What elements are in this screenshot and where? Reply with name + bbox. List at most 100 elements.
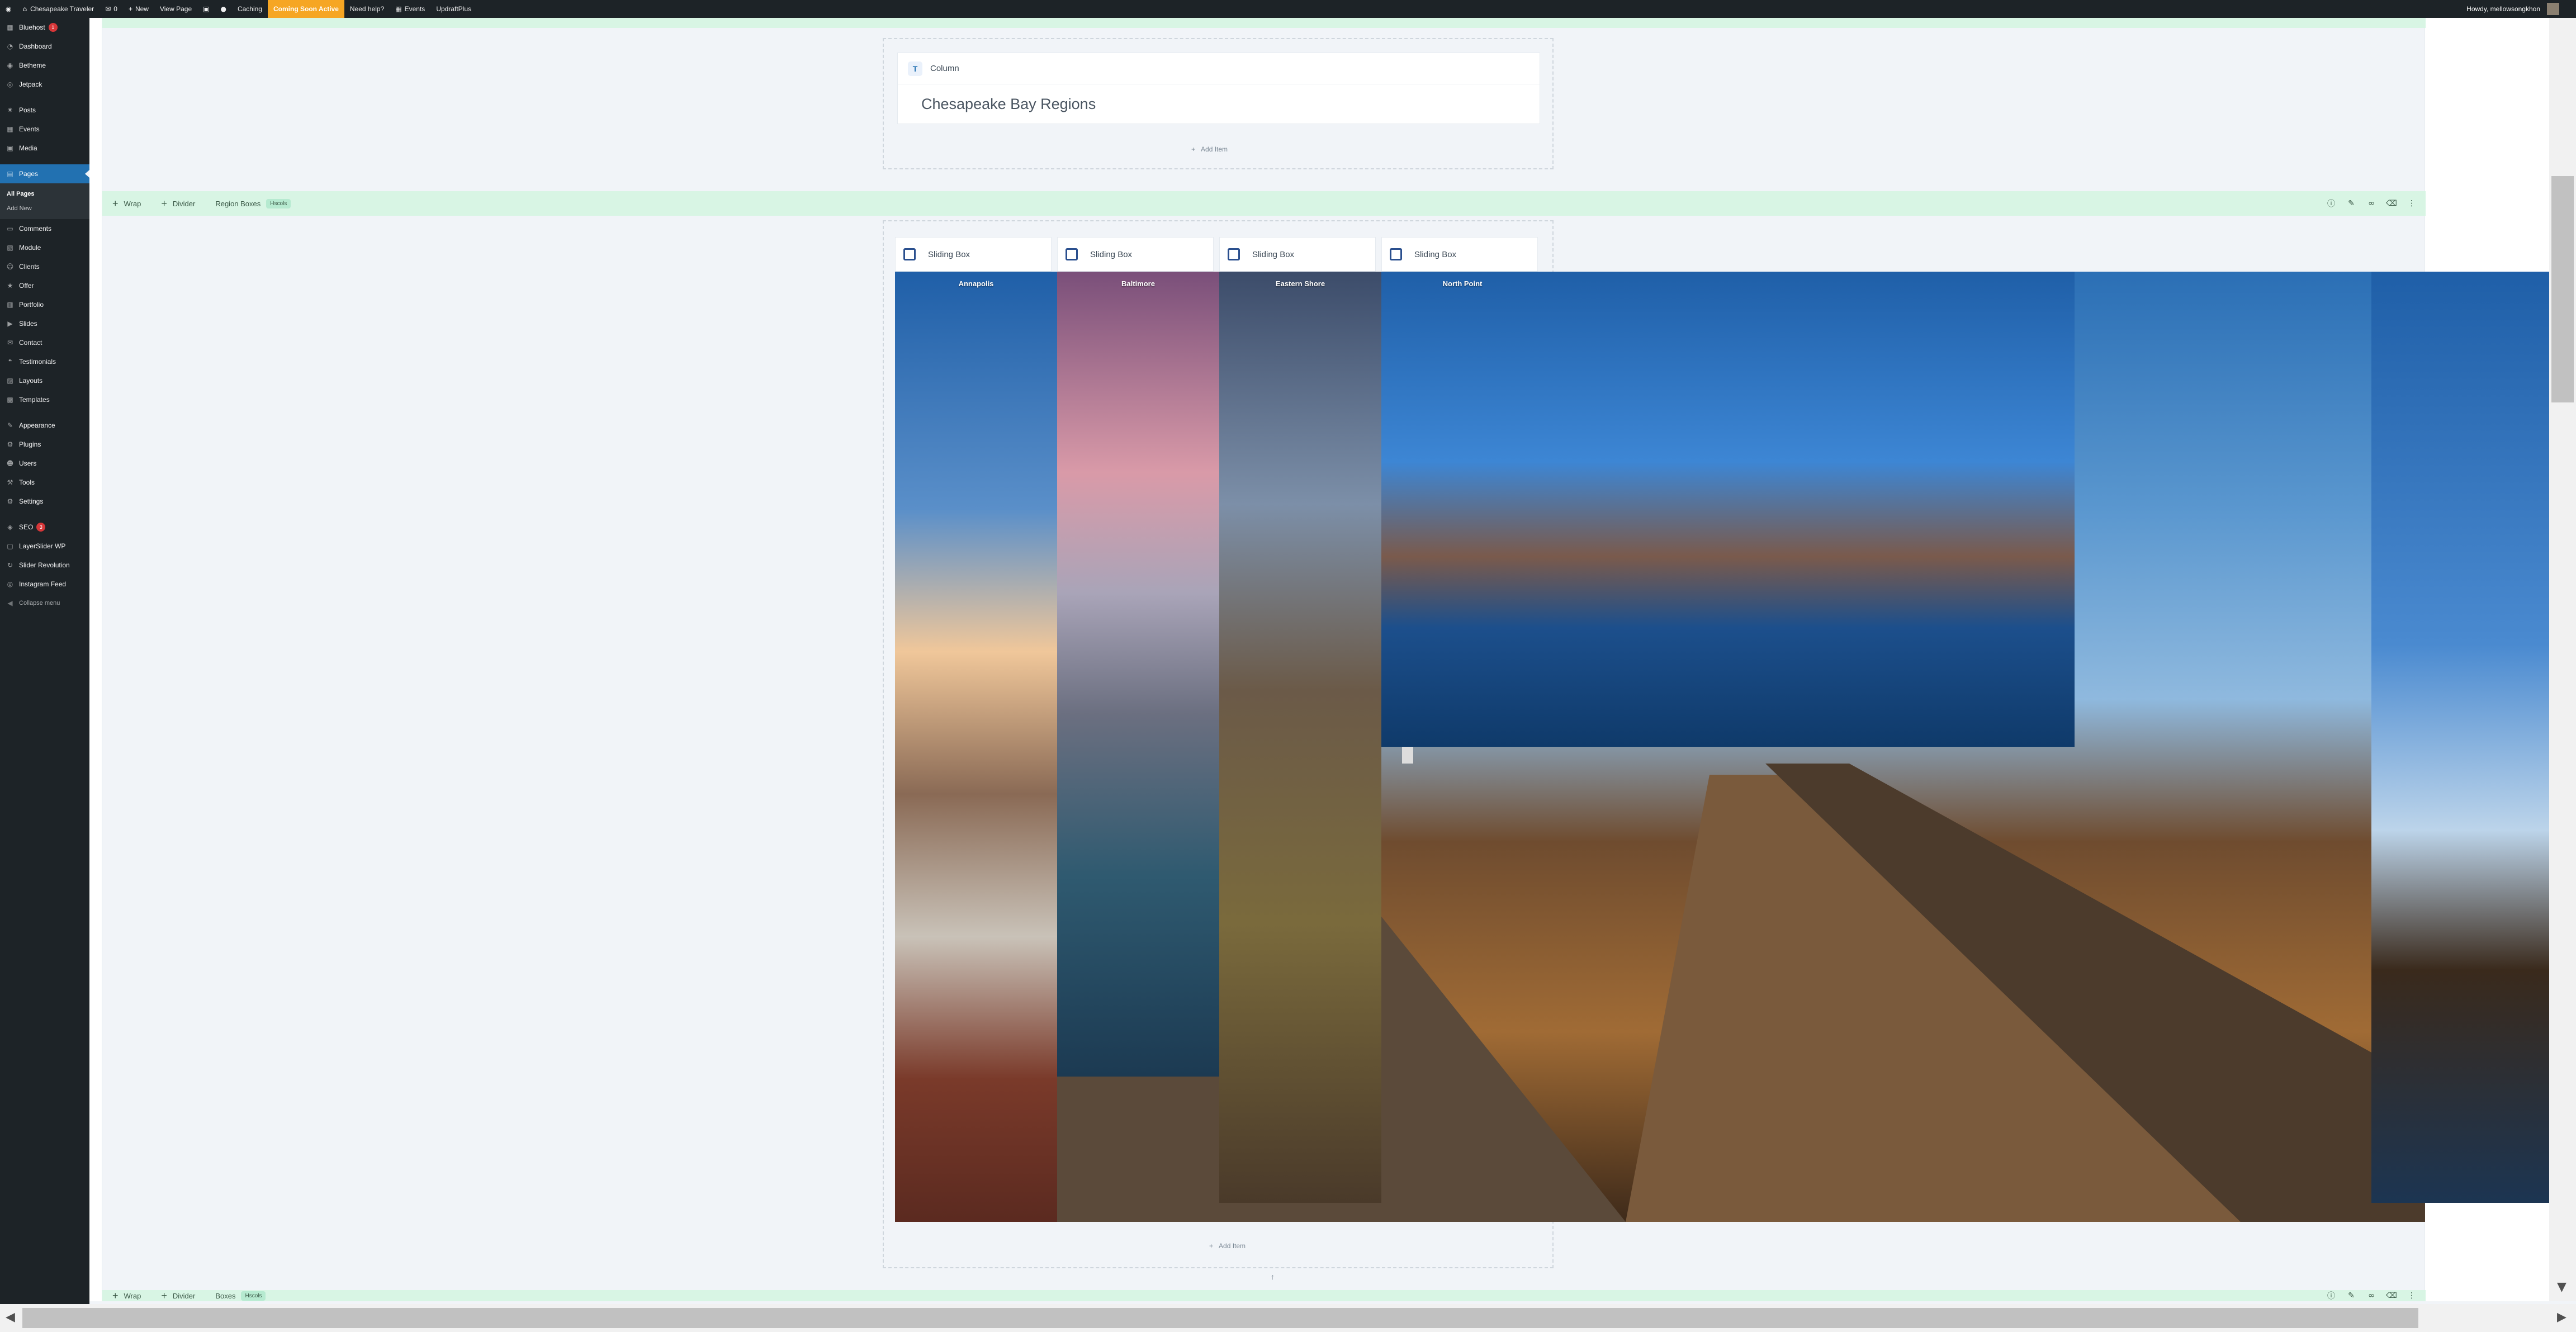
sliding-box-item[interactable]: Sliding Box [1381, 237, 1538, 272]
add-item-button[interactable]: + Add Item [1191, 145, 1228, 153]
sidebar-item-jetpack[interactable]: ◎ Jetpack [0, 75, 89, 94]
sliding-box-item[interactable]: Sliding Box [895, 237, 1052, 272]
sliding-box-item[interactable]: Sliding Box [1219, 237, 1376, 272]
sliding-box-panel-baltimore[interactable]: Baltimore [1057, 272, 1219, 1077]
caching-menu[interactable]: Caching [232, 0, 268, 18]
sidebar-item-slider-revolution[interactable]: ↻ Slider Revolution [0, 556, 89, 575]
edit-icon[interactable]: ✎ [2345, 1290, 2357, 1302]
sidebar-item-label: Media [19, 144, 37, 152]
sidebar-item-contact[interactable]: ✉ Contact [0, 333, 89, 352]
add-item-button-bottom[interactable]: + Add Item [1209, 1242, 1246, 1250]
sidebar-item-portfolio[interactable]: ▥ Portfolio [0, 295, 89, 314]
sidebar-item-layerslider-wp[interactable]: ▢ LayerSlider WP [0, 537, 89, 556]
scroll-down-arrow-icon[interactable]: ▼ [2557, 1280, 2566, 1294]
sliding-box-panel-label: Baltimore [1121, 279, 1155, 288]
submenu-all-pages[interactable]: All Pages [0, 187, 89, 201]
sidebar-item-label: Pages [19, 170, 39, 178]
sidebar-item-clients[interactable]: ☺ Clients [0, 257, 89, 276]
scroll-right-arrow-icon[interactable]: ▶ [2557, 1310, 2566, 1324]
info-icon[interactable]: ⓘ [2325, 197, 2337, 210]
sidebar-item-media[interactable]: ▣ Media [0, 139, 89, 158]
wrap-name-label: Boxes [215, 1291, 236, 1300]
sidebar-item-offer[interactable]: ★ Offer [0, 276, 89, 295]
coming-soon-badge[interactable]: Coming Soon Active [267, 0, 344, 18]
sidebar-item-label: Slider Revolution [19, 561, 70, 569]
submenu-add-new[interactable]: Add New [0, 201, 89, 216]
column-type-label: Column [930, 64, 959, 73]
sliding-box-item[interactable]: Sliding Box [1057, 237, 1214, 272]
add-wrap-button[interactable]: + Wrap [102, 191, 151, 216]
sidebar-item-label: Contact [19, 339, 42, 347]
sidebar-item-seo[interactable]: ◈ SEO 3 [0, 518, 89, 537]
calendar-icon: ▦ [7, 125, 13, 133]
info-icon[interactable]: ⓘ [2325, 1290, 2337, 1302]
updraftplus-menu[interactable]: UpdraftPlus [430, 0, 477, 18]
comments-link[interactable]: ✉ 0 [100, 0, 123, 18]
sidebar-item-module[interactable]: ▧ Module [0, 238, 89, 257]
sidebar-item-instagram-feed[interactable]: ◎ Instagram Feed [0, 575, 89, 594]
sliding-box-panel-eastern-shore[interactable]: Eastern Shore [1219, 272, 1381, 1203]
collapse-menu-button[interactable]: ◀ Collapse menu [0, 594, 89, 613]
vertical-scrollbar-thumb[interactable] [2551, 176, 2574, 402]
menu-separator [0, 94, 89, 101]
plugin-icon: ⚙ [7, 440, 13, 448]
tools-icon: ⚒ [7, 478, 13, 486]
sidebar-item-events[interactable]: ▦ Events [0, 120, 89, 139]
sidebar-item-label: Testimonials [19, 358, 56, 366]
sidebar-item-plugins[interactable]: ⚙ Plugins [0, 435, 89, 454]
view-page-link[interactable]: View Page [154, 0, 197, 18]
more-icon[interactable]: ⋮ [2405, 197, 2418, 210]
more-icon[interactable]: ⋮ [2405, 1290, 2418, 1302]
wrap-name-bottom[interactable]: Boxes Hscols [205, 1290, 276, 1301]
sidebar-item-bluehost[interactable]: ▦ Bluehost 1 [0, 18, 89, 37]
horizontal-scrollbar-thumb[interactable] [22, 1308, 2418, 1328]
add-divider-button[interactable]: + Divider [151, 191, 205, 216]
sidebar-item-dashboard[interactable]: ◔ Dashboard [0, 37, 89, 56]
scroll-left-arrow-icon[interactable]: ◀ [6, 1310, 15, 1324]
edit-icon[interactable]: ✎ [2345, 197, 2357, 210]
add-divider-button-bottom[interactable]: + Divider [151, 1290, 205, 1301]
builder-icon[interactable]: ▣ [197, 0, 215, 18]
add-item-label: Add Item [1201, 145, 1228, 153]
link-icon[interactable]: ∞ [2365, 1290, 2378, 1302]
add-wrap-button-bottom[interactable]: + Wrap [102, 1290, 151, 1301]
trash-icon[interactable]: ⌫ [2385, 1290, 2398, 1302]
avatar[interactable] [2547, 3, 2559, 15]
sidebar-item-settings[interactable]: ⚙ Settings [0, 492, 89, 511]
jetpack-stats-icon[interactable]: ● [215, 0, 231, 18]
users-icon: ☻ [6, 459, 14, 467]
wrap-tools-bottom: ⓘ ✎ ∞ ⌫ ⋮ [2325, 1290, 2426, 1302]
events-menu[interactable]: ▦ Events [390, 0, 430, 18]
sidebar-item-comments[interactable]: ▭ Comments [0, 219, 89, 238]
sidebar-item-label: Betheme [19, 61, 46, 69]
sidebar-item-users[interactable]: ☻ Users [0, 454, 89, 473]
site-name-link[interactable]: ⌂ Chesapeake Traveler [17, 0, 100, 18]
sidebar-item-slides[interactable]: ▶ Slides [0, 314, 89, 333]
dashboard-icon: ◔ [7, 42, 13, 50]
sliding-box-label: Sliding Box [928, 249, 970, 259]
new-label: New [135, 5, 149, 13]
sidebar-item-templates[interactable]: ▩ Templates [0, 390, 89, 409]
admin-sidebar: ▦ Bluehost 1 ◔ Dashboard ◉ Betheme ◎ Jetpack ✷ Pos… [0, 18, 89, 1332]
sidebar-item-tools[interactable]: ⚒ Tools [0, 473, 89, 492]
slider-revolution-icon: ↻ [7, 561, 13, 569]
need-help-link[interactable]: Need help? [344, 0, 390, 18]
sidebar-item-label: Posts [19, 106, 36, 114]
wrap-name[interactable]: Region Boxes Hscols [205, 191, 301, 216]
arrow-up-icon[interactable]: ↑ [1271, 1272, 1275, 1281]
link-icon[interactable]: ∞ [2365, 197, 2378, 210]
sidebar-item-pages[interactable]: ▤ Pages [0, 164, 89, 183]
sidebar-item-layouts[interactable]: ▨ Layouts [0, 371, 89, 390]
howdy-label[interactable]: Howdy, mellowsongkhon [2466, 5, 2540, 13]
trash-icon[interactable]: ⌫ [2385, 197, 2398, 210]
sidebar-item-betheme[interactable]: ◉ Betheme [0, 56, 89, 75]
column-item[interactable]: T Column Chesapeake Bay Regions [897, 53, 1540, 124]
sidebar-item-posts[interactable]: ✷ Posts [0, 101, 89, 120]
sliding-box-panel-north-point[interactable]: North Point [1381, 272, 2075, 747]
sliding-box-panel-annapolis[interactable]: Annapolis [895, 272, 1057, 1222]
wordpress-logo-icon[interactable]: ◉ [0, 0, 17, 18]
new-content-link[interactable]: + New [123, 0, 154, 18]
sidebar-item-appearance[interactable]: ✎ Appearance [0, 416, 89, 435]
sidebar-item-testimonials[interactable]: ❝ Testimonials [0, 352, 89, 371]
wrap-label: Wrap [124, 199, 141, 208]
